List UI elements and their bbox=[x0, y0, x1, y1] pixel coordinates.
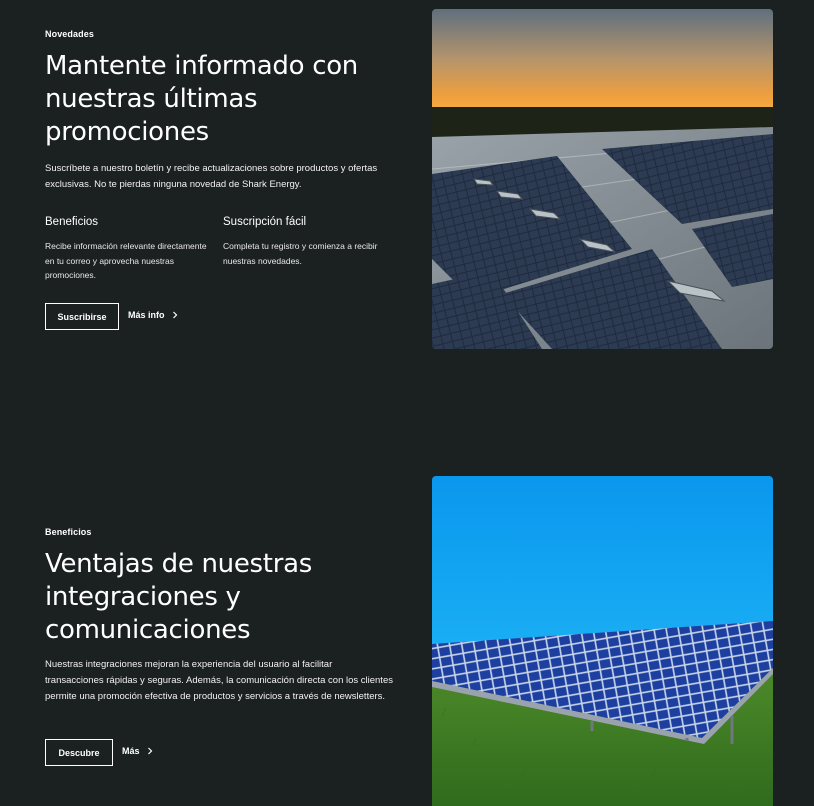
more-info-link[interactable]: Más info bbox=[128, 310, 179, 320]
chevron-right-icon bbox=[172, 311, 177, 319]
field-solar-image bbox=[432, 476, 773, 806]
feature-title-easy-subscription: Suscripción fácil bbox=[223, 216, 307, 228]
chevron-right-icon bbox=[147, 747, 152, 755]
promo-heading: Mantente informado con nuestras últimas … bbox=[45, 51, 358, 147]
more-link[interactable]: Más bbox=[122, 746, 154, 756]
discover-button[interactable]: Descubre bbox=[45, 739, 113, 766]
feature-title-benefits: Beneficios bbox=[45, 216, 99, 228]
field-solar-panels-blue-sky-photo-icon bbox=[432, 476, 773, 806]
benefits-body: Nuestras integraciones mejoran la experi… bbox=[45, 659, 393, 702]
more-label: Más bbox=[122, 746, 140, 756]
rooftop-solar-panels-sunset-photo-icon bbox=[432, 9, 773, 349]
promo-tagline: Novedades bbox=[45, 29, 94, 39]
subscribe-button[interactable]: Suscribirse bbox=[45, 303, 119, 330]
benefits-tagline: Beneficios bbox=[45, 527, 92, 537]
rooftop-solar-image bbox=[432, 9, 773, 349]
more-info-label: Más info bbox=[128, 310, 165, 320]
benefits-heading: Ventajas de nuestras integraciones y com… bbox=[45, 549, 312, 645]
feature-text-easy-subscription: Completa tu registro y comienza a recibi… bbox=[223, 241, 378, 266]
feature-text-benefits: Recibe información relevante directament… bbox=[45, 241, 207, 280]
page: Novedades Mantente informado con nuestra… bbox=[0, 0, 814, 806]
promo-body: Suscríbete a nuestro boletín y recibe ac… bbox=[45, 163, 378, 190]
